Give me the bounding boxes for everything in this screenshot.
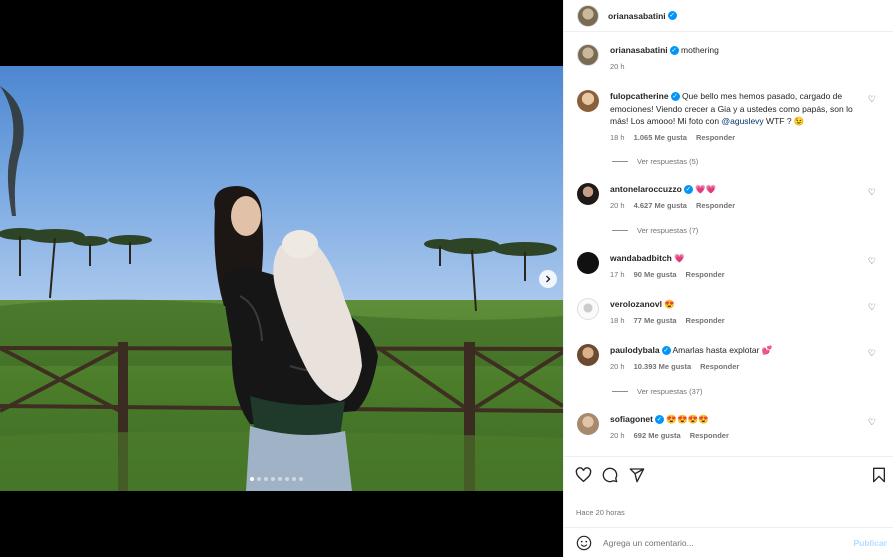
avatar[interactable] — [577, 252, 599, 274]
post-side-panel: orianasabatini ✓ orianasabatini ✓ motheri… — [563, 0, 893, 557]
save-button[interactable] — [870, 466, 888, 484]
comment-username[interactable]: paulodybala — [610, 345, 660, 355]
comment-likes[interactable]: 1.065 Me gusta — [634, 133, 687, 142]
comment-username[interactable]: fulopcatherine — [610, 91, 669, 101]
view-replies-button[interactable]: Ver respuestas (37) — [612, 387, 702, 396]
verified-icon: ✓ — [670, 92, 680, 102]
view-replies-label: Ver respuestas (5) — [637, 157, 699, 166]
comment-text: WTF ? 😉 — [763, 116, 805, 126]
view-replies-label: Ver respuestas (7) — [637, 226, 699, 235]
caption-text: mothering — [681, 45, 719, 55]
comment-text: 💗 — [674, 253, 685, 263]
comment-button[interactable] — [601, 466, 619, 484]
verified-icon: ✓ — [654, 415, 664, 425]
reply-button[interactable]: Responder — [690, 431, 729, 440]
publish-button[interactable]: Publicar — [853, 538, 887, 548]
comment-text: 😍 — [664, 299, 675, 309]
verified-icon: ✓ — [661, 346, 671, 356]
comment: paulodybala ✓ Amarlas hasta explotar 💕 20… — [577, 344, 882, 371]
comment-username[interactable]: sofiagonet — [610, 414, 653, 424]
next-slide-button[interactable] — [539, 270, 557, 288]
comment-composer: Publicar — [564, 527, 893, 557]
comment-time[interactable]: 20 h — [610, 431, 625, 440]
carousel-dots — [250, 477, 303, 481]
comment: antonelaroccuzzo ✓ 💗💗 20 h 4.627 Me gusta R… — [577, 183, 882, 210]
comment-likes[interactable]: 77 Me gusta — [634, 316, 677, 325]
comment-time[interactable]: 18 h — [610, 316, 625, 325]
comment-input[interactable] — [603, 537, 823, 548]
comment-time[interactable]: 18 h — [610, 133, 625, 142]
avatar[interactable] — [577, 90, 599, 112]
comment-likes[interactable]: 692 Me gusta — [634, 431, 681, 440]
mention-link[interactable]: @aguslevy — [722, 116, 764, 126]
comment-likes[interactable]: 4.627 Me gusta — [634, 201, 687, 210]
carousel-dot — [257, 477, 261, 481]
carousel-dot — [264, 477, 268, 481]
comment-like-icon[interactable]: ♡ — [868, 256, 876, 267]
comment-likes[interactable]: 90 Me gusta — [634, 270, 677, 279]
post-photo[interactable] — [0, 66, 563, 491]
author-avatar[interactable] — [577, 4, 599, 27]
carousel-dot — [278, 477, 282, 481]
post-time[interactable]: Hace 20 horas — [576, 508, 625, 517]
comment-like-icon[interactable]: ♡ — [868, 348, 876, 359]
reply-button[interactable]: Responder — [696, 133, 735, 142]
post-actions — [564, 456, 893, 494]
view-replies-button[interactable]: Ver respuestas (7) — [612, 226, 698, 235]
comment: wandabadbitch 💗 17 h 90 Me gusta Responder… — [577, 252, 882, 279]
share-button[interactable] — [628, 466, 646, 484]
comment-like-icon[interactable]: ♡ — [868, 187, 876, 198]
chevron-right-icon — [546, 275, 551, 283]
comment: sofiagonet ✓ 😍😍😍😍 20 h 692 Me gusta Respond… — [577, 413, 882, 440]
avatar[interactable] — [577, 183, 599, 205]
comment-username[interactable]: antonelaroccuzzo — [610, 184, 682, 194]
comment-username[interactable]: verolozanovl — [610, 299, 662, 309]
comments-list: orianasabatini ✓ mothering 20 h fulopcath… — [564, 33, 893, 453]
comment-like-icon[interactable]: ♡ — [868, 417, 876, 428]
carousel-dot — [285, 477, 289, 481]
caption-time[interactable]: 20 h — [610, 62, 625, 71]
avatar[interactable] — [577, 298, 599, 320]
reply-button[interactable]: Responder — [696, 201, 735, 210]
view-replies-button[interactable]: Ver respuestas (5) — [612, 157, 698, 166]
carousel-dot — [271, 477, 275, 481]
avatar[interactable] — [577, 344, 599, 366]
verified-icon: ✓ — [667, 11, 677, 20]
comment-like-icon[interactable]: ♡ — [868, 94, 876, 105]
comment-text: 💗💗 — [695, 184, 717, 194]
heart-icon — [575, 467, 591, 483]
comment-text: Amarlas hasta explotar 💕 — [672, 345, 773, 355]
emoji-icon[interactable] — [576, 535, 592, 551]
author-username[interactable]: orianasabatini — [608, 11, 666, 21]
verified-icon: ✓ — [669, 46, 679, 56]
comment: fulopcatherine ✓ Que bello mes hemos pasa… — [577, 90, 882, 142]
comment-time[interactable]: 20 h — [610, 362, 625, 371]
comment-like-icon[interactable]: ♡ — [868, 302, 876, 313]
reply-button[interactable]: Responder — [700, 362, 739, 371]
caption: orianasabatini ✓ mothering 20 h — [577, 44, 882, 71]
photo-person — [214, 186, 378, 491]
avatar[interactable] — [577, 413, 599, 435]
carousel-dot — [299, 477, 303, 481]
comment-time[interactable]: 17 h — [610, 270, 625, 279]
post-header: orianasabatini ✓ — [564, 0, 893, 32]
comment-likes[interactable]: 10.393 Me gusta — [634, 362, 692, 371]
comment: verolozanovl 😍 18 h 77 Me gusta Responder … — [577, 298, 882, 325]
view-replies-label: Ver respuestas (37) — [637, 387, 703, 396]
comment-username[interactable]: wandabadbitch — [610, 253, 672, 263]
post-media — [0, 0, 563, 557]
reply-button[interactable]: Responder — [686, 270, 725, 279]
like-button[interactable] — [574, 466, 592, 484]
verified-icon: ✓ — [683, 185, 693, 195]
share-icon — [629, 468, 645, 483]
comment-time[interactable]: 20 h — [610, 201, 625, 210]
carousel-dot — [292, 477, 296, 481]
comment-text: 😍😍😍😍 — [666, 414, 709, 424]
avatar[interactable] — [577, 44, 599, 66]
reply-button[interactable]: Responder — [686, 316, 725, 325]
comment-icon — [602, 467, 618, 483]
carousel-dot — [250, 477, 254, 481]
bookmark-icon — [873, 467, 885, 483]
caption-username[interactable]: orianasabatini — [610, 45, 668, 55]
